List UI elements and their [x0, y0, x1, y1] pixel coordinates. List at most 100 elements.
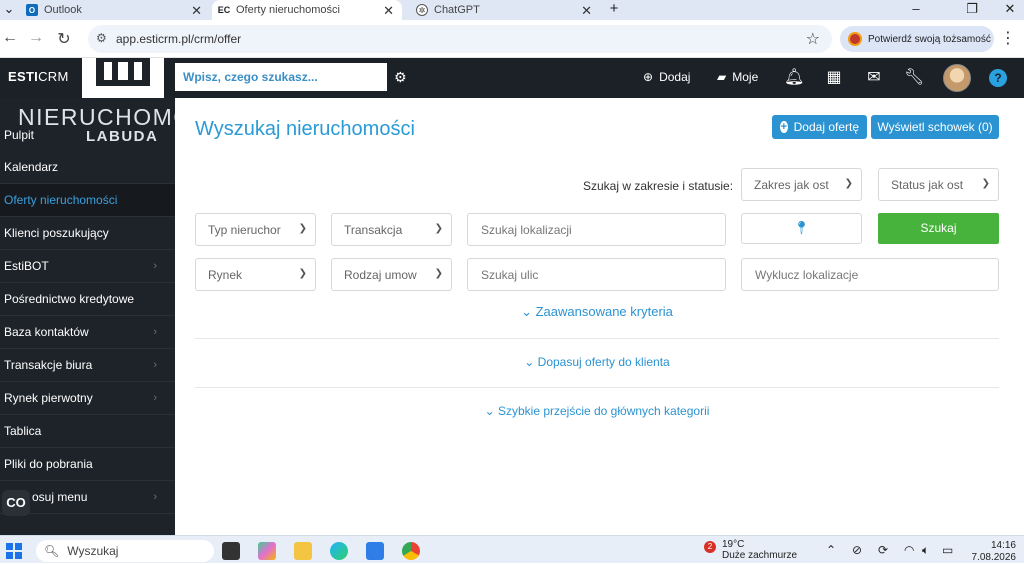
- match-offers-toggle[interactable]: ⌄ Dopasuj oferty do klienta: [195, 355, 999, 369]
- file-explorer-icon[interactable]: [294, 542, 312, 560]
- mine-button[interactable]: ▰ Moje: [717, 70, 758, 84]
- verify-label: Potwierdź swoją tożsamość: [868, 33, 991, 45]
- brand-bold: ESTI: [8, 69, 39, 84]
- quick-categories-toggle[interactable]: ⌄ Szybkie przejście do głównych kategori…: [195, 404, 999, 418]
- sidebar-item-kalendarz[interactable]: Kalendarz: [0, 151, 175, 184]
- copilot-floating-button[interactable]: CO: [2, 490, 30, 516]
- taskbar-search[interactable]: 🔍︎ Wyszukaj: [36, 540, 214, 562]
- user-avatar[interactable]: [943, 64, 971, 92]
- sidebar-item-oferty[interactable]: Oferty nieruchomości: [0, 184, 175, 217]
- reload-icon[interactable]: ↻: [54, 29, 74, 49]
- store-icon[interactable]: [366, 542, 384, 560]
- windows-taskbar: 🔍︎ Wyszukaj 2 19°C Duże zachmurze ⌃ ⊘ ⟳ …: [0, 535, 1024, 563]
- sidebar-item-pulpit[interactable]: Pulpit: [0, 118, 175, 151]
- weather-widget[interactable]: 2 19°C Duże zachmurze: [700, 539, 797, 561]
- search-settings-gear-icon[interactable]: ⚙: [394, 69, 407, 86]
- chevron-down-icon: ❯: [298, 223, 307, 234]
- map-pin-button[interactable]: 📍︎: [741, 213, 862, 244]
- back-icon[interactable]: ←: [0, 29, 20, 47]
- global-search[interactable]: [175, 63, 387, 91]
- street-search-input[interactable]: [468, 259, 725, 290]
- esticrm-brand[interactable]: ESTICRM: [8, 69, 69, 84]
- bookmark-star-icon[interactable]: ☆: [806, 29, 820, 49]
- sidebar-item-label: Tablica: [4, 424, 42, 438]
- match-offers-label: Dopasuj oferty do klienta: [537, 355, 670, 369]
- market-value: Rynek: [208, 267, 243, 282]
- tab-search-chevron-icon[interactable]: ⌄: [0, 0, 18, 20]
- search-button[interactable]: Szukaj: [878, 213, 999, 244]
- location-search-input[interactable]: [468, 214, 725, 245]
- sidebar-item-rynek-pierwotny[interactable]: Rynek pierwotny ›: [0, 382, 175, 415]
- clock-time: 14:16: [990, 540, 1016, 551]
- close-tab-icon[interactable]: ✕: [191, 3, 202, 19]
- exclude-location[interactable]: [741, 258, 999, 291]
- url-text[interactable]: app.esticrm.pl/crm/offer: [116, 32, 241, 46]
- chevron-down-icon: ❯: [844, 178, 853, 189]
- sidebar-item-kontakty[interactable]: Baza kontaktów ›: [0, 316, 175, 349]
- help-icon[interactable]: ?: [989, 69, 1007, 87]
- close-tab-icon[interactable]: ✕: [383, 3, 394, 19]
- show-clipboard-button[interactable]: Wyświetl schowek (0): [871, 115, 999, 139]
- status-select[interactable]: Status jak ost ❯: [878, 168, 999, 201]
- street-search[interactable]: [467, 258, 726, 291]
- calendar-icon[interactable]: ▦: [824, 67, 844, 87]
- chevron-down-icon: ❯: [298, 268, 307, 279]
- add-button[interactable]: ⊕ Dodaj: [643, 70, 690, 84]
- advanced-criteria-toggle[interactable]: ⌄ Zaawansowane kryteria: [195, 304, 999, 320]
- wrench-icon[interactable]: 🔧︎: [904, 67, 924, 87]
- close-window-icon[interactable]: ✕: [990, 0, 1024, 20]
- minimize-icon[interactable]: –: [896, 0, 936, 20]
- task-view-icon[interactable]: [222, 542, 240, 560]
- weather-desc: Duże zachmurze: [722, 550, 798, 561]
- copilot-icon[interactable]: [258, 542, 276, 560]
- tray-sync-icon[interactable]: ⟳: [878, 543, 888, 557]
- taskbar-clock[interactable]: 14:16 7.08.2026: [972, 540, 1017, 564]
- chevron-down-icon: ⌄: [484, 404, 498, 418]
- new-tab-icon[interactable]: +: [602, 0, 626, 20]
- sidebar-item-pliki[interactable]: Pliki do pobrania: [0, 448, 175, 481]
- market-select[interactable]: Rynek ❯: [195, 258, 316, 291]
- transaction-select[interactable]: Transakcja ❯: [331, 213, 452, 246]
- verify-identity-button[interactable]: Potwierdź swoją tożsamość: [840, 26, 994, 52]
- maximize-icon[interactable]: ❐: [952, 0, 992, 20]
- close-tab-icon[interactable]: ✕: [581, 3, 592, 19]
- add-offer-label: Dodaj ofertę: [793, 120, 859, 134]
- windows-start-icon[interactable]: [6, 543, 22, 559]
- add-offer-button[interactable]: + Dodaj ofertę: [772, 115, 867, 139]
- omnibox[interactable]: ⚙ app.esticrm.pl/crm/offer ☆: [88, 25, 832, 53]
- chevron-down-icon: ⌄: [521, 304, 536, 319]
- mine-label: Moje: [732, 70, 759, 84]
- sidebar-item-estibot[interactable]: EstiBOT ›: [0, 250, 175, 283]
- volume-icon[interactable]: 🔈︎: [922, 543, 929, 558]
- bell-icon[interactable]: 🔔︎: [784, 67, 804, 87]
- exclude-location-input[interactable]: [742, 259, 998, 290]
- chrome-icon[interactable]: [402, 542, 420, 560]
- brand-light: CRM: [38, 69, 69, 84]
- tab-chatgpt[interactable]: ✲ ChatGPT ✕: [410, 0, 600, 20]
- site-info-icon[interactable]: ⚙: [96, 31, 107, 45]
- location-search[interactable]: [467, 213, 726, 246]
- chevron-right-icon: ›: [153, 392, 157, 404]
- property-type-value: Typ nieruchor: [208, 222, 281, 237]
- browser-menu-icon[interactable]: ⋮: [1000, 28, 1016, 48]
- sidebar-item-tablica[interactable]: Tablica: [0, 415, 175, 448]
- tab-outlook[interactable]: O Outlook ✕: [20, 0, 210, 20]
- tray-mute-icon[interactable]: ⊘: [852, 543, 862, 557]
- edge-icon[interactable]: [330, 542, 348, 560]
- sidebar-item-transakcje[interactable]: Transakcje biura ›: [0, 349, 175, 382]
- tab-oferty[interactable]: EC Oferty nieruchomości ✕: [212, 0, 402, 20]
- property-type-select[interactable]: Typ nieruchor ❯: [195, 213, 316, 246]
- envelope-icon[interactable]: ✉: [864, 67, 884, 87]
- plus-circle-icon: ⊕: [643, 70, 654, 84]
- global-search-input[interactable]: [175, 63, 387, 91]
- taskbar-search-label: Wyszukaj: [67, 544, 119, 558]
- tray-chevron-up-icon[interactable]: ⌃: [826, 543, 836, 557]
- range-select[interactable]: Zakres jak ost ❯: [741, 168, 862, 201]
- forward-icon[interactable]: →: [26, 29, 46, 47]
- contract-type-select[interactable]: Rodzaj umow ❯: [331, 258, 452, 291]
- sidebar-item-klienci[interactable]: Klienci poszukujący: [0, 217, 175, 250]
- sidebar-item-kredyty[interactable]: Pośrednictwo kredytowe: [0, 283, 175, 316]
- wifi-icon[interactable]: ◠: [904, 543, 914, 557]
- battery-icon[interactable]: ▭: [942, 543, 953, 557]
- advanced-criteria-label: Zaawansowane kryteria: [535, 304, 673, 319]
